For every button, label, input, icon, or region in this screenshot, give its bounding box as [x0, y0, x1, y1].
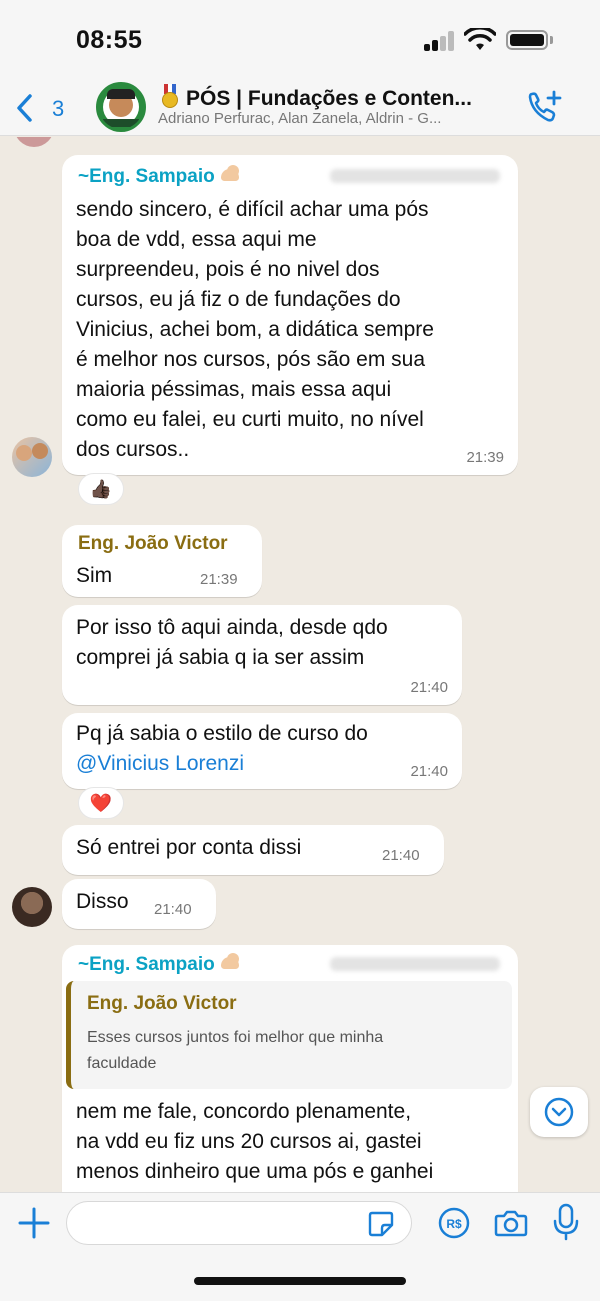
chat-header: 3 PÓS | Fundações e Conten... Adriano Pe… — [0, 80, 600, 136]
sender-avatar[interactable] — [12, 437, 52, 477]
battery-icon — [506, 30, 548, 50]
message-time: 21:40 — [410, 763, 448, 780]
camera-icon[interactable] — [494, 1207, 528, 1239]
message-time: 21:40 — [410, 679, 448, 696]
scroll-to-bottom-button[interactable] — [530, 1087, 588, 1137]
sender-name: ~Eng. Sampaio — [78, 165, 241, 188]
payment-icon[interactable]: R$ — [438, 1207, 470, 1239]
message-text: sendo sincero, é difícil achar uma pós b… — [76, 198, 434, 461]
message-time: 21:39 — [466, 449, 504, 466]
chat-area[interactable]: ~Eng. Sampaio sendo sincero, é difícil a… — [0, 137, 600, 1192]
medal-icon — [160, 84, 180, 108]
avatar — [14, 137, 54, 147]
plus-icon[interactable] — [18, 1207, 50, 1239]
flexed-biceps-icon — [219, 165, 241, 185]
status-time: 08:55 — [76, 26, 143, 54]
unread-count: 3 — [52, 96, 65, 121]
message-text: Sim — [76, 564, 113, 587]
reaction-badge[interactable]: 👍🏿 — [78, 473, 124, 505]
group-title-text: PÓS | Fundações e Conten... — [186, 87, 472, 110]
home-indicator — [194, 1277, 406, 1285]
message-time: 21:40 — [154, 901, 192, 918]
cellular-signal-icon — [424, 31, 458, 51]
message-bubble[interactable]: Eng. João Victor Sim 21:39 — [62, 525, 262, 597]
composer-bar: R$ — [0, 1192, 600, 1301]
wifi-icon — [464, 28, 496, 50]
group-avatar[interactable] — [96, 82, 146, 132]
message-text: Só entrei por conta dissi — [76, 836, 302, 859]
message-time: 21:39 — [200, 571, 238, 588]
message-bubble[interactable]: ~Eng. Sampaio sendo sincero, é difícil a… — [62, 155, 518, 475]
back-button[interactable]: 3 — [16, 90, 76, 126]
sender-avatar[interactable] — [12, 887, 52, 927]
sticker-icon[interactable] — [368, 1211, 394, 1237]
heart-icon: ❤️ — [89, 793, 113, 813]
chevron-down-circle-icon — [544, 1097, 574, 1127]
reaction-badge[interactable]: ❤️ — [78, 787, 124, 819]
group-members[interactable]: Adriano Perfurac, Alan Zanela, Aldrin - … — [158, 110, 508, 127]
message-bubble[interactable]: Só entrei por conta dissi 21:40 — [62, 825, 444, 875]
message-text: Pq já sabia o estilo de curso do @Vinici… — [76, 719, 456, 779]
message-text: Disso — [76, 890, 129, 913]
message-time: 21:40 — [382, 847, 420, 864]
message-text: nem me fale, concordo plenamente, na vdd… — [76, 1100, 434, 1183]
chevron-left-icon — [17, 94, 32, 122]
sender-name: ~Eng. Sampaio — [78, 953, 241, 976]
flexed-biceps-icon — [219, 953, 241, 973]
message-input[interactable] — [66, 1201, 412, 1245]
message-bubble[interactable]: Pq já sabia o estilo de curso do @Vinici… — [62, 713, 462, 789]
thumbs-up-icon: 👍🏿 — [89, 479, 113, 499]
add-call-icon[interactable] — [524, 88, 564, 128]
quoted-message[interactable]: Eng. João Victor Esses cursos juntos foi… — [66, 981, 512, 1089]
mention-link[interactable]: @Vinicius Lorenzi — [76, 749, 456, 779]
sender-name: Eng. João Victor — [78, 533, 228, 554]
group-title[interactable]: PÓS | Fundações e Conten... — [160, 84, 510, 111]
message-bubble[interactable]: Disso 21:40 — [62, 879, 216, 929]
quoted-text: Esses cursos juntos foi melhor que minha… — [87, 1029, 384, 1072]
message-bubble[interactable]: Por isso tô aqui ainda, desde qdo compre… — [62, 605, 462, 705]
message-text: Por isso tô aqui ainda, desde qdo compre… — [76, 616, 388, 669]
svg-text:R$: R$ — [446, 1217, 462, 1231]
microphone-icon[interactable] — [552, 1203, 580, 1241]
quoted-sender: Eng. João Victor — [87, 993, 237, 1014]
status-bar: 08:55 — [0, 0, 600, 80]
